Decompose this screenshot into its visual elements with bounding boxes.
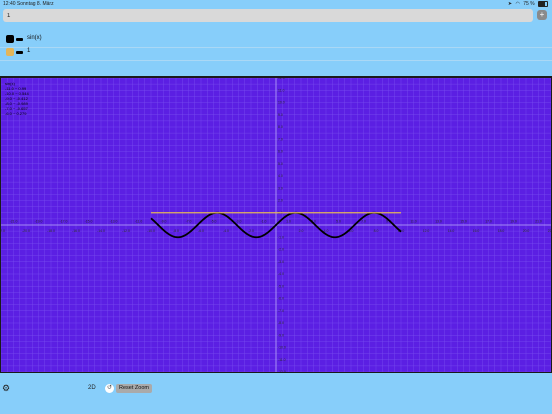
y-tick-label: -10.0 <box>278 346 286 350</box>
line-style-icon <box>16 38 23 41</box>
x-tick-label: 16.0 <box>473 229 480 233</box>
mode-2d-button[interactable]: 2D <box>88 385 96 391</box>
y-tick-label: 5.0 <box>278 162 283 166</box>
function-row-constant[interactable]: 1 <box>0 46 552 61</box>
x-tick-label: -6.0 <box>198 229 204 233</box>
color-swatch[interactable] <box>6 48 14 56</box>
x-tick-label: 17.0 <box>485 220 492 224</box>
x-tick-label: -10.0 <box>147 229 155 233</box>
x-tick-label: -5.0 <box>211 220 217 224</box>
x-tick-label: 18.0 <box>498 229 505 233</box>
x-tick-label: 22.0 <box>548 229 551 233</box>
x-tick-label: -9.0 <box>161 220 167 224</box>
function-plot[interactable]: -22.0 -21.0 -20.0 -19.0 -18.0 -17.0 -16.0 -15.0… <box>1 78 551 372</box>
y-tick-label: -8.0 <box>278 321 284 325</box>
function-label: sin(x) <box>27 35 42 41</box>
x-tick-label: 8.0 <box>374 229 379 233</box>
x-tick-label: -3.0 <box>236 220 242 224</box>
x-tick-label: -2.0 <box>248 229 254 233</box>
y-tick-label: -9.0 <box>278 333 284 337</box>
y-tick-label: 2.0 <box>278 199 283 203</box>
color-swatch[interactable] <box>6 35 14 43</box>
gear-icon[interactable]: ⚙ <box>2 384 11 393</box>
battery-icon <box>538 1 548 7</box>
x-tick-label: 20.0 <box>523 229 530 233</box>
y-tick-label: -4.0 <box>278 272 284 276</box>
x-tick-label: -12.0 <box>122 229 130 233</box>
status-time: 12:40 <box>3 1 16 7</box>
location-icon: ➤ <box>507 1 513 8</box>
x-tick-label: -13.0 <box>110 220 118 224</box>
y-tick-label: -12.0 <box>278 370 286 372</box>
x-tick-label: 5.0 <box>336 220 341 224</box>
x-tick-label: -14.0 <box>97 229 105 233</box>
y-tick-label: -2.0 <box>278 248 284 252</box>
tooltip-line: -6.0 ~ 0.279 <box>5 111 27 116</box>
x-tick-label: 13.0 <box>435 220 442 224</box>
status-right: ➤ ◠ 75 % <box>506 1 548 7</box>
x-tick-label: -4.0 <box>223 229 229 233</box>
y-tick-label: 12.0 <box>278 78 285 80</box>
x-tick-label: 21.0 <box>535 220 542 224</box>
x-tick-label: 12.0 <box>423 229 430 233</box>
x-tick-label: 15.0 <box>460 220 467 224</box>
y-tick-label: -11.0 <box>278 358 286 362</box>
x-tick-label: 7.0 <box>361 220 366 224</box>
x-tick-label: -11.0 <box>135 220 143 224</box>
x-tick-label: -15.0 <box>85 220 93 224</box>
value-tooltip: sin(x) -11.0 ~ 0.99 -10.0 ~ 0.544 -9.0 ~… <box>5 81 29 116</box>
reset-zoom-icon[interactable]: ↺ <box>105 384 114 393</box>
y-tick-label: -3.0 <box>278 260 284 264</box>
x-tick-label: -21.0 <box>10 220 18 224</box>
y-tick-label: 9.0 <box>278 113 283 117</box>
x-tick-label: -19.0 <box>35 220 43 224</box>
x-tick-label: -16.0 <box>72 229 80 233</box>
y-tick-label: 10.0 <box>278 101 285 105</box>
function-label: 1 <box>27 48 31 54</box>
wifi-icon: ◠ <box>515 1 520 8</box>
x-tick-label: -20.0 <box>22 229 30 233</box>
x-tick-label: 19.0 <box>510 220 517 224</box>
y-tick-label: -6.0 <box>278 297 284 301</box>
x-tick-label: -8.0 <box>173 229 179 233</box>
x-tick-label: -7.0 <box>186 220 192 224</box>
status-battery-text: 75 % <box>523 1 535 8</box>
status-bar: 12:40 Sonntag 8. März ➤ ◠ 75 % <box>0 0 552 8</box>
x-tick-label: 14.0 <box>448 229 455 233</box>
y-tick-label: 4.0 <box>278 174 283 178</box>
x-tick-label: -1.0 <box>261 220 267 224</box>
status-date: Sonntag 8. März <box>16 1 54 7</box>
y-tick-label: 8.0 <box>278 125 283 129</box>
bottom-toolbar <box>0 374 552 414</box>
add-function-button[interactable]: + <box>537 10 547 20</box>
y-tick-label: -5.0 <box>278 284 284 288</box>
y-tick-label: -7.0 <box>278 309 284 313</box>
status-time-date: 12:40 Sonntag 8. März <box>3 1 54 7</box>
x-tick-label: -22.0 <box>1 229 5 233</box>
line-style-icon <box>16 51 23 54</box>
y-tick-label: 11.0 <box>278 88 284 92</box>
reset-zoom-button[interactable]: Reset Zoom <box>116 384 152 393</box>
x-tick-label: 2.0 <box>299 229 304 233</box>
x-tick-label: -18.0 <box>47 229 55 233</box>
y-tick-label: -1.0 <box>278 235 284 239</box>
x-tick-label: -17.0 <box>60 220 68 224</box>
x-tick-label: 1.0 <box>286 220 291 224</box>
function-input[interactable] <box>3 9 533 22</box>
x-tick-label: 11.0 <box>410 220 416 224</box>
y-tick-label: 6.0 <box>278 150 283 154</box>
y-tick-label: 7.0 <box>278 137 283 141</box>
y-tick-label: 3.0 <box>278 186 283 190</box>
